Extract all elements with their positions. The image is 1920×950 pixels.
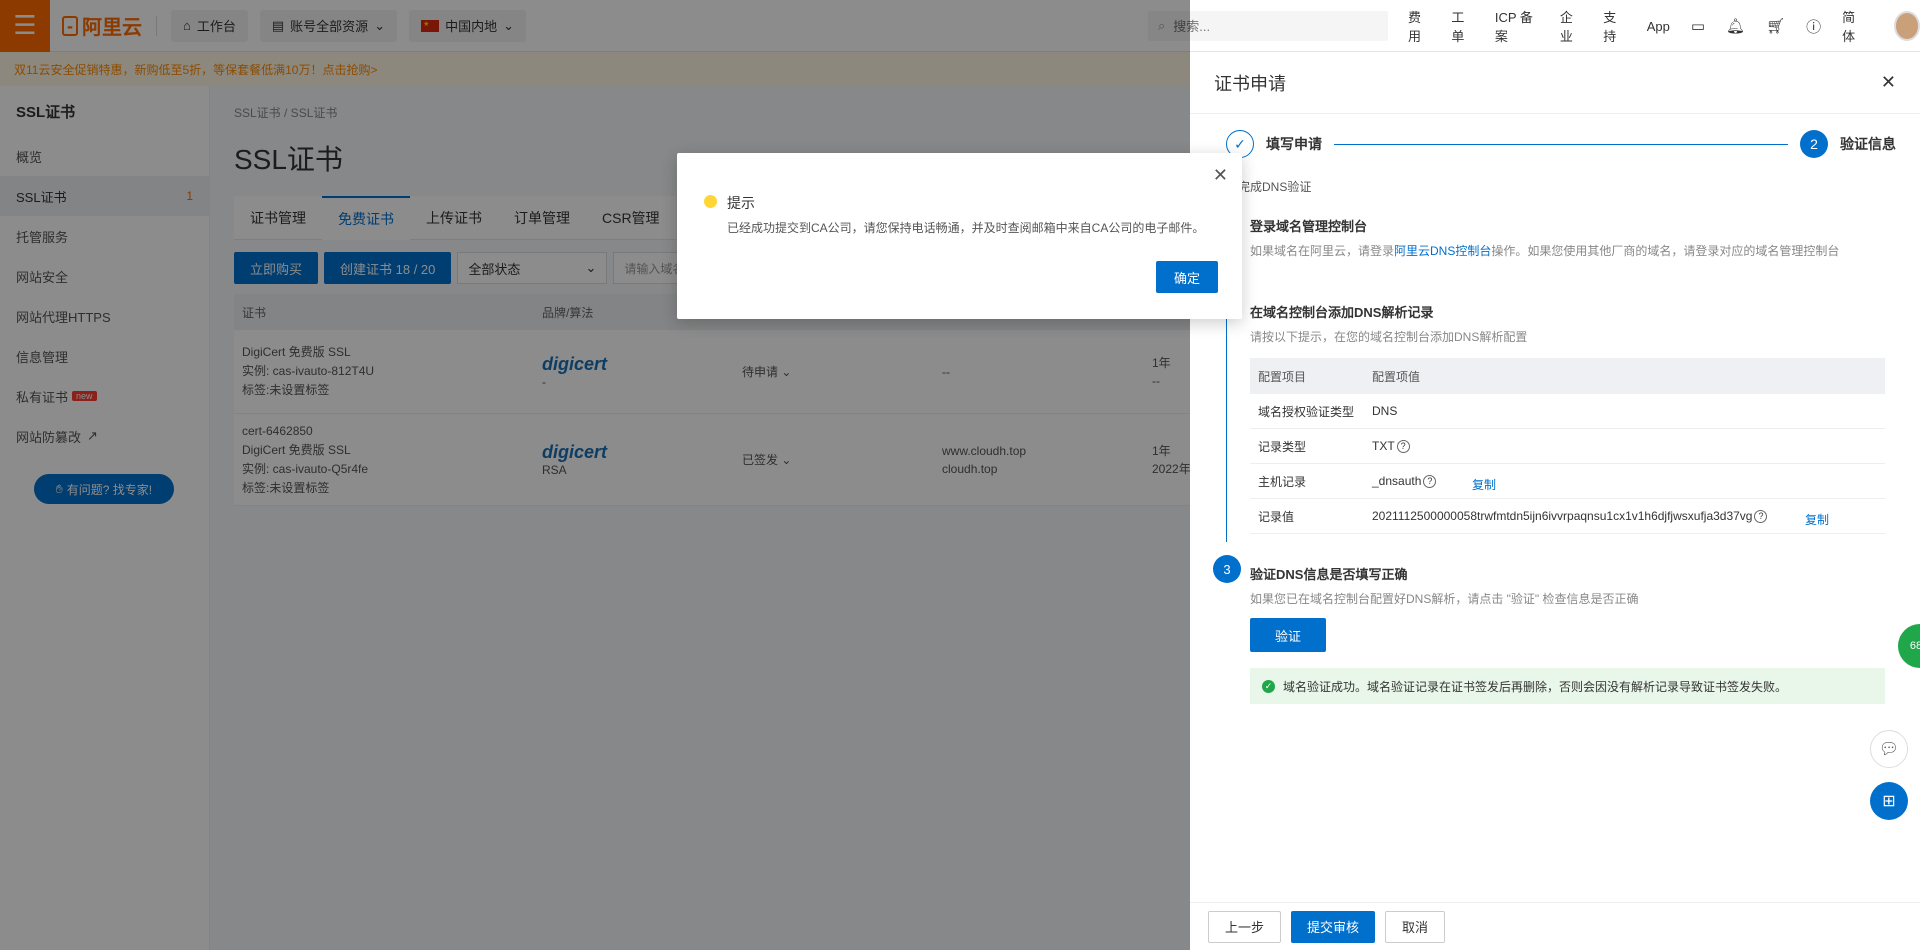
row-value: DNS bbox=[1372, 404, 1398, 418]
table-header: 配置项目 配置项值 bbox=[1250, 358, 1885, 394]
table-row: 记录值 2021112500000058trwfmtdn5ijn6ivvrpaqn… bbox=[1250, 499, 1885, 534]
confirm-button[interactable]: 确定 bbox=[1156, 261, 1218, 293]
drawer-header: 证书申请 ✕ bbox=[1190, 52, 1920, 114]
cart-icon[interactable]: 🛒︎ bbox=[1766, 17, 1785, 35]
question-icon[interactable]: ? bbox=[1396, 440, 1410, 454]
modal-overlay[interactable] bbox=[0, 0, 1190, 950]
row-value: 2021112500000058trwfmtdn5ijn6ivvrpaqnsu1… bbox=[1372, 508, 1753, 523]
nav-app[interactable]: App bbox=[1647, 19, 1670, 34]
copy-host-button[interactable]: 复制 bbox=[1472, 476, 1496, 493]
float-badge[interactable]: 68 bbox=[1898, 624, 1920, 668]
drawer-title: 证书申请 bbox=[1214, 73, 1286, 94]
cert-apply-drawer: 证书申请 ✕ ✓ 填写申请 2 验证信息 完成DNS验证 登录域名管理控制台 如… bbox=[1190, 52, 1920, 950]
apps-icon[interactable]: ⊞ bbox=[1870, 782, 1908, 820]
row-key: 主机记录 bbox=[1258, 474, 1307, 489]
dialog-title: 提示 bbox=[727, 195, 755, 211]
success-alert: ✓ 域名验证成功。域名验证记录在证书签发后再删除，否则会因没有解析记录导致证书签发… bbox=[1250, 668, 1885, 704]
dns-console-link[interactable]: 阿里云DNS控制台 bbox=[1394, 244, 1491, 258]
message-icon[interactable]: ▭ bbox=[1691, 17, 1705, 35]
dialog-message: 已经成功提交到CA公司，请您保持电话畅通，并及时查阅邮箱中来自CA公司的电子邮件… bbox=[727, 221, 1205, 235]
language-switch[interactable]: 简体 bbox=[1842, 7, 1864, 45]
check-circle-icon: ✓ bbox=[1262, 679, 1275, 693]
top-links: 费用 工单 ICP 备案 企业 支持 App ▭ 🔔︎ 🛒︎ ⓘ 简体 bbox=[1408, 0, 1920, 52]
col-item: 配置项目 bbox=[1258, 369, 1307, 384]
sec2-desc: 请按以下提示，在您的域名控制台添加DNS解析配置 bbox=[1250, 330, 1528, 344]
drawer-footer: 上一步 提交审核 取消 bbox=[1190, 902, 1920, 950]
question-icon[interactable]: ? bbox=[1423, 475, 1437, 489]
table-row: 主机记录 _dnsauth? 复制 bbox=[1250, 464, 1885, 499]
nav-fees[interactable]: 费用 bbox=[1408, 7, 1430, 45]
table-row: 域名授权验证类型 DNS bbox=[1250, 394, 1885, 429]
sec1-title: 登录域名管理控制台 bbox=[1250, 219, 1368, 234]
nav-icp[interactable]: ICP 备案 bbox=[1495, 7, 1539, 45]
steps: ✓ 填写申请 2 验证信息 bbox=[1190, 114, 1920, 174]
success-text: 域名验证成功。域名验证记录在证书签发后再删除，否则会因没有解析记录导致证书签发失… bbox=[1283, 679, 1788, 694]
bell-icon[interactable]: 🔔︎ bbox=[1726, 17, 1745, 35]
step2-label: 验证信息 bbox=[1840, 136, 1896, 152]
step-connector bbox=[1334, 143, 1788, 145]
step1-label: 填写申请 bbox=[1266, 136, 1322, 152]
col-value: 配置项值 bbox=[1372, 369, 1421, 384]
step2-number: 2 bbox=[1800, 130, 1828, 158]
sec1-desc: 如果域名在阿里云，请登录阿里云DNS控制台操作。如果您使用其他厂商的域名，请登录… bbox=[1250, 242, 1839, 259]
verify-method: 完成DNS验证 bbox=[1238, 180, 1312, 194]
sec3-title: 验证DNS信息是否填写正确 bbox=[1250, 567, 1408, 582]
row-value-wrap: 2021112500000058trwfmtdn5ijn6ivvrpaqnsu1… bbox=[1372, 508, 1885, 527]
verify-button[interactable]: 验证 bbox=[1250, 618, 1326, 652]
step-line bbox=[1226, 362, 1227, 542]
warning-dot-icon bbox=[704, 195, 717, 208]
sec1-desc-a: 如果域名在阿里云，请登录 bbox=[1250, 244, 1395, 258]
sec2-title: 在域名控制台添加DNS解析记录 bbox=[1250, 305, 1434, 320]
row-value: _dnsauth bbox=[1372, 473, 1422, 488]
row-value-wrap: _dnsauth? 复制 bbox=[1372, 473, 1885, 492]
chat-icon[interactable]: 💬︎ bbox=[1870, 730, 1908, 768]
nav-tickets[interactable]: 工单 bbox=[1451, 7, 1473, 45]
row-key: 记录类型 bbox=[1258, 439, 1307, 454]
question-icon[interactable]: ? bbox=[1754, 510, 1768, 524]
sec1-desc-b: 操作。如果您使用其他厂商的域名，请登录对应的域名管理控制台 bbox=[1491, 244, 1840, 258]
row-value-wrap: TXT? bbox=[1372, 438, 1885, 454]
row-value: TXT bbox=[1372, 438, 1395, 453]
sec3-desc: 如果您已在域名控制台配置好DNS解析，请点击 "验证" 检查信息是否正确 bbox=[1250, 592, 1639, 606]
help-icon[interactable]: ⓘ bbox=[1806, 16, 1821, 37]
search-input[interactable] bbox=[1173, 18, 1364, 34]
prev-step-button[interactable]: 上一步 bbox=[1208, 910, 1282, 943]
step3-number: 3 bbox=[1213, 555, 1241, 583]
close-icon[interactable]: ✕ bbox=[1881, 72, 1896, 93]
submit-review-button[interactable]: 提交审核 bbox=[1291, 910, 1376, 943]
nav-support[interactable]: 支持 bbox=[1603, 7, 1625, 45]
row-key: 记录值 bbox=[1258, 509, 1295, 524]
notice-dialog: ✕ 提示 已经成功提交到CA公司，请您保持电话畅通，并及时查阅邮箱中来自CA公司… bbox=[677, 153, 1242, 319]
avatar[interactable] bbox=[1893, 11, 1920, 41]
copy-value-button[interactable]: 复制 bbox=[1805, 511, 1829, 528]
dns-config-table: 配置项目 配置项值 域名授权验证类型 DNS 记录类型 TXT? 主机记录 _dnsau… bbox=[1250, 358, 1885, 534]
row-key: 域名授权验证类型 bbox=[1258, 404, 1355, 419]
table-row: 记录类型 TXT? bbox=[1250, 429, 1885, 464]
nav-enterprise[interactable]: 企业 bbox=[1560, 7, 1582, 45]
close-icon[interactable]: ✕ bbox=[1213, 165, 1228, 186]
cancel-button[interactable]: 取消 bbox=[1385, 910, 1446, 943]
